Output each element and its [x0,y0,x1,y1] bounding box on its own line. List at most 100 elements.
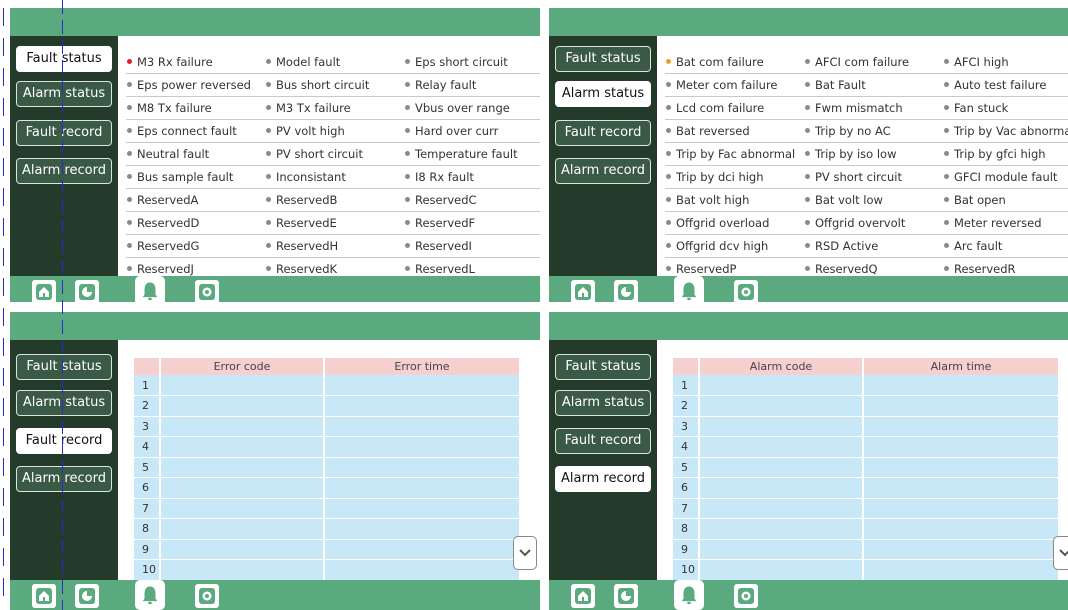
status-item: Bat volt low [804,189,943,212]
table-row[interactable]: 10 [673,559,1060,581]
bell-nav-button[interactable] [135,580,165,610]
status-item: PV volt high [265,120,404,143]
status-item-label: ReservedP [676,262,737,276]
scroll-down-button[interactable] [1053,536,1068,570]
status-dot-icon [127,197,132,202]
table-row[interactable]: 5 [673,457,1060,478]
nav-alarm-status[interactable]: Alarm status [16,390,112,416]
status-item-label: ReservedJ [137,262,194,276]
nav-alarm-record[interactable]: Alarm record [555,466,651,492]
row-index: 3 [673,416,700,437]
status-item: Trip by dci high [665,166,804,189]
scroll-down-button[interactable] [513,536,537,570]
status-item-label: PV volt high [276,124,345,138]
status-item: AFCI com failure [804,51,943,74]
code-cell [160,395,325,417]
code-cell [160,457,325,478]
row-index: 3 [134,416,161,437]
nav-alarm-record[interactable]: Alarm record [16,158,112,184]
status-item: Trip by Fac abnormal [665,143,804,166]
status-item-label: ReservedE [276,216,337,230]
home-nav-button[interactable] [32,584,56,608]
bell-nav-button[interactable] [135,276,165,302]
table-row[interactable]: 5 [134,457,521,478]
bell-icon [139,280,161,302]
home-nav-button[interactable] [571,584,595,608]
index-header [673,358,700,375]
status-item-label: Bat volt low [815,193,883,207]
chart-nav-button[interactable] [75,280,99,302]
guide-line [62,0,63,610]
table-row[interactable]: 7 [134,498,521,519]
status-dot-icon [405,220,410,225]
table-row[interactable]: 8 [134,518,521,540]
status-item-label: M3 Rx failure [137,55,213,69]
sidebar: Fault status Alarm status Fault record A… [10,36,118,276]
nav-fault-record[interactable]: Fault record [555,120,651,146]
status-dot-icon [666,59,671,64]
table-row[interactable]: 4 [673,436,1060,458]
bell-nav-button[interactable] [674,276,704,302]
home-nav-button[interactable] [32,280,56,302]
nav-alarm-status[interactable]: Alarm status [555,390,651,416]
table-row[interactable]: 1 [673,375,1060,396]
nav-fault-status[interactable]: Fault status [555,354,651,380]
chart-nav-button[interactable] [614,280,638,302]
bottom-bar [10,276,540,302]
table-row[interactable]: 10 [134,559,521,581]
table-row[interactable]: 3 [673,416,1060,437]
fault-record-screen: Fault status Alarm status Fault record A… [10,312,540,610]
nav-alarm-status[interactable]: Alarm status [16,81,112,107]
home-nav-button[interactable] [571,280,595,302]
status-item: Trip by no AC [804,120,943,143]
status-dot-icon [944,128,949,133]
nav-fault-status[interactable]: Fault status [16,46,112,72]
nav-alarm-status[interactable]: Alarm status [555,81,651,107]
status-dot-icon [666,243,671,248]
table-row[interactable]: 2 [673,395,1060,417]
status-dot-icon [805,220,810,225]
code-cell [160,498,325,519]
table-row[interactable]: 9 [673,539,1060,560]
code-cell [699,559,864,581]
bell-nav-button[interactable] [674,580,704,610]
nav-fault-record[interactable]: Fault record [16,120,112,146]
status-item-label: Bus short circuit [276,78,370,92]
gear-nav-button[interactable] [195,280,219,302]
table-row[interactable]: 4 [134,436,521,458]
chart-nav-button[interactable] [75,584,99,608]
nav-fault-record[interactable]: Fault record [555,428,651,454]
status-dot-icon [266,105,271,110]
table-row[interactable]: 6 [673,477,1060,499]
table-row[interactable]: 1 [134,375,521,396]
status-dot-icon [944,105,949,110]
table-row[interactable]: 2 [134,395,521,417]
alarm-grid: Bat com failure AFCI com failure AFCI high… [665,51,1068,281]
chart-nav-button[interactable] [614,584,638,608]
nav-fault-record[interactable]: Fault record [16,428,112,454]
status-dot-icon [944,220,949,225]
nav-fault-status[interactable]: Fault status [16,354,112,380]
nav-fault-status[interactable]: Fault status [555,46,651,72]
gear-nav-button[interactable] [734,584,758,608]
status-item-label: ReservedH [276,239,339,253]
status-dot-icon [944,243,949,248]
table-row[interactable]: 9 [134,539,521,560]
table-row[interactable]: 6 [134,477,521,499]
gear-nav-button[interactable] [195,584,219,608]
status-dot-icon [127,243,132,248]
status-item-label: Bat reversed [676,124,750,138]
status-item-label: Trip by dci high [676,170,764,184]
nav-alarm-record[interactable]: Alarm record [16,466,112,492]
status-item: Trip by Vac abnormal [943,120,1068,143]
table-row[interactable]: 8 [673,518,1060,540]
table-row[interactable]: 7 [673,498,1060,519]
status-item-label: Bat com failure [676,55,764,69]
nav-alarm-record[interactable]: Alarm record [555,158,651,184]
gear-nav-button[interactable] [734,280,758,302]
row-index: 10 [673,559,700,581]
table-row[interactable]: 3 [134,416,521,437]
home-icon [574,587,592,605]
time-cell [863,395,1060,417]
code-cell [699,498,864,519]
